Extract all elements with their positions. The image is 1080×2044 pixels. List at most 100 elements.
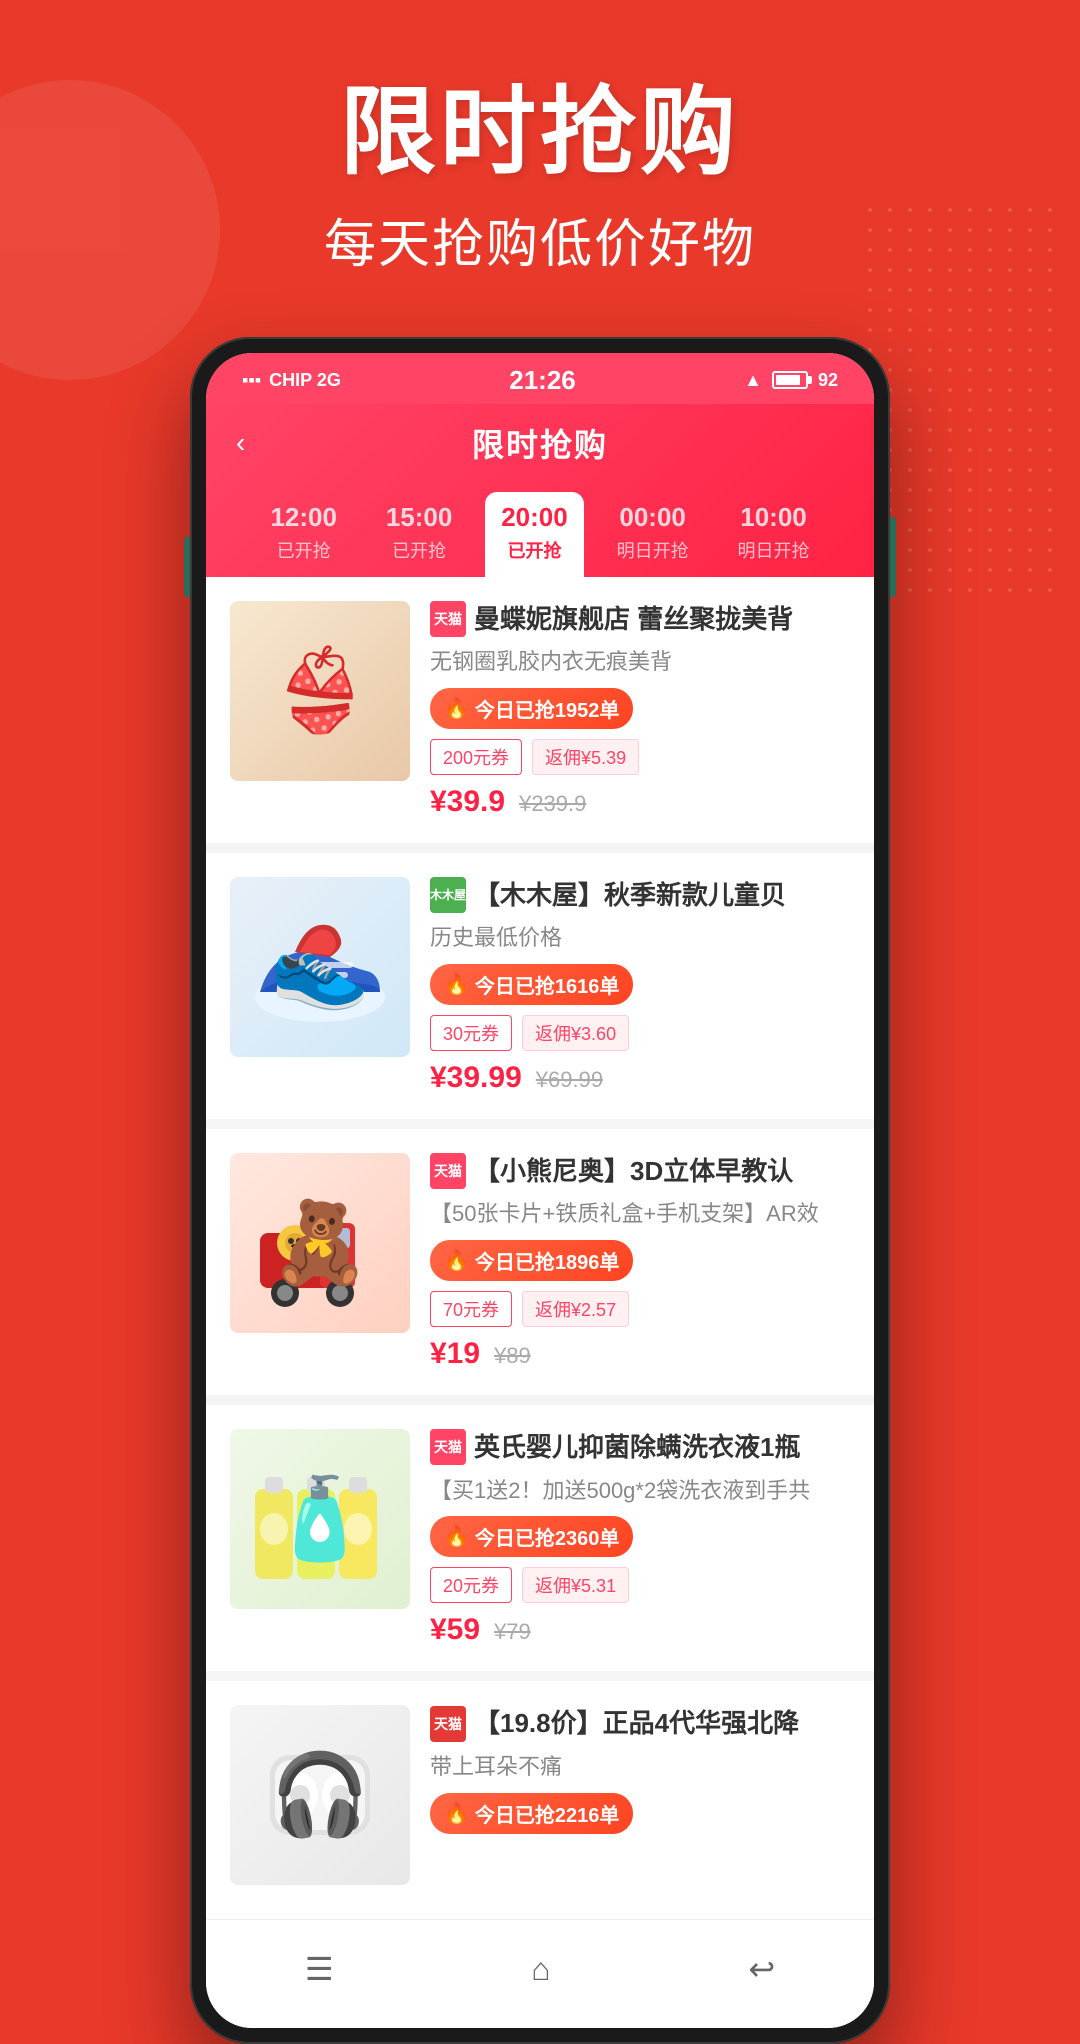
menu-icon: ☰ — [305, 1950, 334, 1988]
tab-status: 明日开抢 — [738, 537, 810, 563]
product-image-shoes — [230, 877, 410, 1057]
back-button[interactable]: ‹ — [236, 427, 245, 459]
tab-status: 已开抢 — [392, 537, 446, 563]
fire-icon-4: 🔥 — [444, 1524, 469, 1549]
fire-icon-2: 🔥 — [444, 972, 469, 997]
shop-badge-2: 木木屋 — [430, 877, 466, 913]
price-original-4: ¥79 — [494, 1619, 531, 1645]
hero-section: 限时抢购 每天抢购低价好物 — [0, 0, 1080, 317]
back-nav-icon: ↩ — [748, 1950, 775, 1988]
product-info-4: 天猫 英氏婴儿抑菌除螨洗衣液1瓶 【买1送2！加送500g*2袋洗衣液到手共 🔥… — [430, 1429, 850, 1647]
fire-icon-3: 🔥 — [444, 1248, 469, 1273]
tab-time: 20:00 — [501, 502, 568, 533]
shop-row-1: 天猫 曼蝶妮旗舰店 蕾丝聚拢美背 — [430, 601, 850, 637]
product-card-2[interactable]: 木木屋 【木木屋】秋季新款儿童贝 历史最低价格 🔥 今日已抢1616单 30元券… — [206, 853, 874, 1119]
price-original-1: ¥239.9 — [519, 791, 586, 817]
price-row-4: ¥59 ¥79 — [430, 1613, 850, 1647]
price-original-2: ¥69.99 — [536, 1067, 603, 1093]
product-desc-4: 【买1送2！加送500g*2袋洗衣液到手共 — [430, 1476, 850, 1507]
product-desc-1: 无钢圈乳胶内衣无痕美背 — [430, 647, 850, 678]
price-row-1: ¥39.9 ¥239.9 — [430, 785, 850, 819]
grab-badge-2: 🔥 今日已抢1616单 — [430, 964, 633, 1005]
grab-badge-1: 🔥 今日已抢1952单 — [430, 688, 633, 729]
coupon-row-2: 30元券 返佣¥3.60 — [430, 1015, 850, 1051]
battery-fill — [776, 375, 800, 385]
time-tab-2000[interactable]: 20:00 已开抢 — [485, 492, 584, 577]
battery-level: 92 — [818, 370, 838, 391]
product-image-detergent — [230, 1429, 410, 1609]
grab-count-3: 今日已抢1896单 — [475, 1246, 620, 1275]
product-info-2: 木木屋 【木木屋】秋季新款儿童贝 历史最低价格 🔥 今日已抢1616单 30元券… — [430, 877, 850, 1095]
nav-menu-btn[interactable]: ☰ — [275, 1940, 364, 1998]
time-tab-1500[interactable]: 15:00 已开抢 — [370, 492, 469, 577]
cashback-tag-4: 返佣¥5.31 — [522, 1567, 629, 1603]
shop-badge-4: 天猫 — [430, 1429, 466, 1465]
time-tab-0000[interactable]: 00:00 明日开抢 — [601, 492, 705, 577]
fire-icon: 🔥 — [444, 696, 469, 721]
time-tabs: 12:00 已开抢 15:00 已开抢 20:00 已开抢 00:00 明日开抢 — [236, 482, 844, 577]
tab-time: 12:00 — [270, 502, 337, 533]
carrier-text: CHIP 2G — [269, 370, 341, 391]
tab-status: 明日开抢 — [617, 537, 689, 563]
product-title-4: 英氏婴儿抑菌除螨洗衣液1瓶 — [474, 1429, 800, 1465]
shop-row-3: 天猫 【小熊尼奥】3D立体早教认 — [430, 1153, 850, 1189]
price-current-3: ¥19 — [430, 1337, 480, 1371]
shop-badge-3: 天猫 — [430, 1153, 466, 1189]
product-title-3: 【小熊尼奥】3D立体早教认 — [474, 1153, 793, 1189]
shop-badge-5: 天猫 — [430, 1706, 466, 1742]
grab-badge-5: 🔥 今日已抢2216单 — [430, 1793, 633, 1834]
nav-back-btn[interactable]: ↩ — [718, 1940, 805, 1998]
fire-icon-5: 🔥 — [444, 1801, 469, 1826]
bottom-nav: ☰ ⌂ ↩ — [206, 1919, 874, 2028]
app-title: 限时抢购 — [472, 420, 608, 466]
product-info-5: 天猫 【19.8价】正品4代华强北降 带上耳朵不痛 🔥 今日已抢2216单 — [430, 1705, 850, 1833]
price-current-4: ¥59 — [430, 1613, 480, 1647]
time-tab-1000[interactable]: 10:00 明日开抢 — [722, 492, 826, 577]
product-card-3[interactable]: 天猫 【小熊尼奥】3D立体早教认 【50张卡片+铁质礼盒+手机支架】AR效 🔥 … — [206, 1129, 874, 1395]
coupon-row-3: 70元券 返佣¥2.57 — [430, 1291, 850, 1327]
price-row-2: ¥39.99 ¥69.99 — [430, 1061, 850, 1095]
app-header: ‹ 限时抢购 12:00 已开抢 15:00 已开抢 20:00 已开抢 — [206, 404, 874, 577]
grab-count-4: 今日已抢2360单 — [475, 1522, 620, 1551]
product-title-1: 曼蝶妮旗舰店 蕾丝聚拢美背 — [474, 601, 793, 637]
phone-mockup: ▪▪▪ CHIP 2G 21:26 ▲ 92 ‹ 限时抢购 — [190, 337, 890, 2044]
product-desc-5: 带上耳朵不痛 — [430, 1752, 850, 1783]
price-current-1: ¥39.9 — [430, 785, 505, 819]
nav-home-btn[interactable]: ⌂ — [501, 1941, 580, 1998]
tab-status: 已开抢 — [507, 537, 561, 563]
status-left: ▪▪▪ CHIP 2G — [242, 370, 341, 391]
shop-row-4: 天猫 英氏婴儿抑菌除螨洗衣液1瓶 — [430, 1429, 850, 1465]
hero-title: 限时抢购 — [60, 80, 1020, 186]
coupon-tag-2: 30元券 — [430, 1015, 512, 1051]
detergent-svg — [240, 1439, 400, 1599]
time-tab-1200[interactable]: 12:00 已开抢 — [254, 492, 353, 577]
grab-count-5: 今日已抢2216单 — [475, 1799, 620, 1828]
coupon-row-4: 20元券 返佣¥5.31 — [430, 1567, 850, 1603]
earbuds-svg — [240, 1715, 400, 1875]
tab-time: 15:00 — [386, 502, 453, 533]
product-info-1: 天猫 曼蝶妮旗舰店 蕾丝聚拢美背 无钢圈乳胶内衣无痕美背 🔥 今日已抢1952单… — [430, 601, 850, 819]
product-desc-2: 历史最低价格 — [430, 923, 850, 954]
cashback-tag-3: 返佣¥2.57 — [522, 1291, 629, 1327]
shoe-svg — [240, 887, 400, 1047]
price-original-3: ¥89 — [494, 1343, 531, 1369]
coupon-tag-1: 200元券 — [430, 739, 522, 775]
home-icon: ⌂ — [531, 1951, 550, 1988]
product-card-1[interactable]: 天猫 曼蝶妮旗舰店 蕾丝聚拢美背 无钢圈乳胶内衣无痕美背 🔥 今日已抢1952单… — [206, 577, 874, 843]
product-image-bra — [230, 601, 410, 781]
app-nav: ‹ 限时抢购 — [236, 420, 844, 482]
shop-row-2: 木木屋 【木木屋】秋季新款儿童贝 — [430, 877, 850, 913]
product-card-5[interactable]: 天猫 【19.8价】正品4代华强北降 带上耳朵不痛 🔥 今日已抢2216单 — [206, 1681, 874, 1909]
product-desc-3: 【50张卡片+铁质礼盒+手机支架】AR效 — [430, 1199, 850, 1230]
grab-badge-4: 🔥 今日已抢2360单 — [430, 1516, 633, 1557]
tab-status: 已开抢 — [277, 537, 331, 563]
signal-icon: ▪▪▪ — [242, 370, 261, 391]
phone-inner: ▪▪▪ CHIP 2G 21:26 ▲ 92 ‹ 限时抢购 — [206, 353, 874, 2029]
grab-count-1: 今日已抢1952单 — [475, 694, 620, 723]
grab-count-2: 今日已抢1616单 — [475, 970, 620, 999]
product-card-4[interactable]: 天猫 英氏婴儿抑菌除螨洗衣液1瓶 【买1送2！加送500g*2袋洗衣液到手共 🔥… — [206, 1405, 874, 1671]
cashback-tag-1: 返佣¥5.39 — [532, 739, 639, 775]
product-title-5: 【19.8价】正品4代华强北降 — [474, 1705, 799, 1741]
shop-row-5: 天猫 【19.8价】正品4代华强北降 — [430, 1705, 850, 1741]
product-title-2: 【木木屋】秋季新款儿童贝 — [474, 877, 786, 913]
